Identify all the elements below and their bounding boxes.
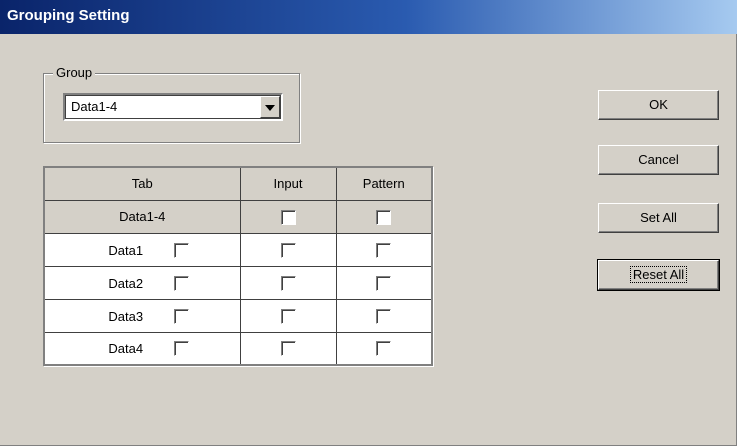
- row-tab-cell: Data2: [43, 265, 241, 300]
- grouping-table: Tab Input Pattern Data1-4 Data1 Data2 Da…: [43, 166, 433, 366]
- group-select[interactable]: Data1-4: [63, 93, 283, 121]
- row-pattern-checkbox[interactable]: [376, 341, 392, 357]
- group-legend: Group: [53, 65, 96, 81]
- row-pattern-cell: [335, 298, 433, 333]
- ok-button[interactable]: OK: [598, 90, 719, 120]
- window-title: Grouping Setting: [7, 7, 130, 24]
- row-pattern-checkbox[interactable]: [376, 275, 392, 291]
- group-row: Data1-4: [43, 199, 433, 234]
- reset-all-button[interactable]: Reset All: [597, 259, 720, 291]
- row-input-cell: [239, 331, 337, 366]
- group-pattern-checkbox[interactable]: [376, 209, 392, 225]
- table-row: Data2: [43, 265, 433, 300]
- table-header-row: Tab Input Pattern: [43, 166, 433, 201]
- set-all-button[interactable]: Set All: [598, 203, 719, 233]
- title-bar: Grouping Setting: [0, 0, 737, 34]
- set-all-button-label: Set All: [640, 210, 677, 225]
- row-label: Data4: [108, 341, 144, 357]
- row-tab-checkbox[interactable]: [173, 341, 189, 357]
- header-tab: Tab: [43, 166, 241, 201]
- table-row: Data3: [43, 298, 433, 333]
- cancel-button[interactable]: Cancel: [598, 145, 719, 175]
- group-select-value: Data1-4: [71, 99, 118, 114]
- row-input-checkbox[interactable]: [280, 275, 296, 291]
- header-input: Input: [239, 166, 337, 201]
- dropdown-button[interactable]: [260, 96, 280, 118]
- row-input-checkbox[interactable]: [280, 341, 296, 357]
- group-pattern-cell: [335, 199, 433, 234]
- row-input-cell: [239, 232, 337, 267]
- grouping-setting-dialog: Grouping Setting Group Data1-4 Tab Input…: [0, 0, 737, 446]
- row-tab-cell: Data1: [43, 232, 241, 267]
- table-row: Data1: [43, 232, 433, 267]
- cancel-button-label: Cancel: [638, 152, 679, 167]
- group-input-cell: [239, 199, 337, 234]
- reset-all-button-label: Reset All: [629, 266, 688, 283]
- row-tab-cell: Data4: [43, 331, 241, 366]
- group-row-label: Data1-4: [43, 199, 241, 234]
- row-label: Data1: [108, 242, 144, 258]
- row-pattern-checkbox[interactable]: [376, 242, 392, 258]
- row-pattern-cell: [335, 331, 433, 366]
- row-pattern-cell: [335, 265, 433, 300]
- header-pattern: Pattern: [335, 166, 433, 201]
- row-input-cell: [239, 265, 337, 300]
- row-input-checkbox[interactable]: [280, 242, 296, 258]
- row-tab-checkbox[interactable]: [173, 242, 189, 258]
- row-label: Data2: [108, 275, 144, 291]
- row-pattern-checkbox[interactable]: [376, 308, 392, 324]
- row-input-checkbox[interactable]: [280, 308, 296, 324]
- row-tab-checkbox[interactable]: [173, 275, 189, 291]
- row-input-cell: [239, 298, 337, 333]
- ok-button-label: OK: [649, 97, 668, 112]
- row-label: Data3: [108, 308, 144, 324]
- chevron-down-icon: [265, 105, 275, 111]
- row-pattern-cell: [335, 232, 433, 267]
- row-tab-checkbox[interactable]: [173, 308, 189, 324]
- row-tab-cell: Data3: [43, 298, 241, 333]
- group-input-checkbox[interactable]: [280, 209, 296, 225]
- table-row: Data4: [43, 331, 433, 366]
